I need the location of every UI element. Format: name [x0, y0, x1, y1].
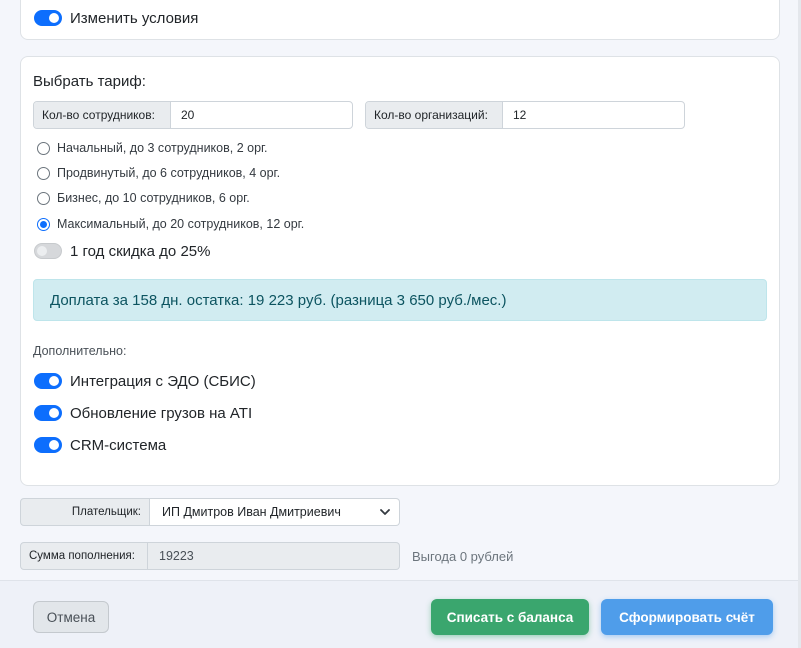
tariff-option-basic[interactable]: Начальный, до 3 сотрудников, 2 орг. [37, 139, 268, 157]
cancel-button[interactable]: Отмена [33, 601, 109, 633]
toggle-switch[interactable] [34, 405, 62, 421]
conditions-card: Изменить условия [20, 0, 780, 40]
radio-label: Максимальный, до 20 сотрудников, 12 орг. [57, 217, 305, 231]
radio-label: Начальный, до 3 сотрудников, 2 орг. [57, 141, 268, 155]
payer-select[interactable]: ИП Дмитров Иван Дмитриевич [150, 498, 400, 526]
toggle-switch[interactable] [34, 243, 62, 259]
pay-from-balance-button[interactable]: Списать с баланса [431, 599, 589, 635]
toggle-label: Обновление грузов на ATI [70, 404, 253, 422]
toggle-label: Интеграция с ЭДО (СБИС) [70, 372, 256, 390]
toggle-switch[interactable] [34, 373, 62, 389]
employees-input[interactable]: 20 [171, 102, 352, 128]
sum-label: Сумма пополнения: [20, 542, 148, 570]
ati-update-toggle[interactable]: Обновление грузов на ATI [34, 403, 252, 423]
radio-button[interactable] [37, 141, 50, 155]
sum-input: 19223 [148, 542, 400, 570]
year-discount-toggle[interactable]: 1 год скидка до 25% [34, 241, 210, 261]
toggle-switch[interactable] [34, 10, 62, 26]
employees-input-group: Кол-во сотрудников: 20 [33, 101, 353, 129]
extras-title: Дополнительно: [33, 344, 127, 358]
radio-button[interactable] [37, 166, 50, 180]
crm-toggle[interactable]: CRM-система [34, 435, 166, 455]
tariff-option-maximum[interactable]: Максимальный, до 20 сотрудников, 12 орг. [37, 215, 304, 233]
radio-button[interactable] [37, 191, 50, 205]
edo-integration-toggle[interactable]: Интеграция с ЭДО (СБИС) [34, 371, 256, 391]
employees-label: Кол-во сотрудников: [34, 102, 171, 128]
radio-button-checked[interactable] [37, 217, 50, 231]
tariff-option-advanced[interactable]: Продвинутый, до 6 сотрудников, 4 орг. [37, 164, 280, 182]
orgs-input-group: Кол-во организаций: 12 [365, 101, 685, 129]
change-conditions-toggle[interactable]: Изменить условия [34, 8, 198, 28]
make-invoice-button[interactable]: Сформировать счёт [601, 599, 773, 635]
tariff-option-business[interactable]: Бизнес, до 10 сотрудников, 6 орг. [37, 189, 250, 207]
tariff-card: Выбрать тариф: Кол-во сотрудников: 20 Ко… [20, 56, 780, 486]
benefit-text: Выгода 0 рублей [412, 549, 514, 564]
orgs-input[interactable]: 12 [503, 102, 684, 128]
toggle-label: 1 год скидка до 25% [70, 242, 211, 260]
tariff-title: Выбрать тариф: [33, 73, 146, 90]
toggle-switch[interactable] [34, 437, 62, 453]
toggle-label: Изменить условия [70, 9, 199, 27]
radio-label: Продвинутый, до 6 сотрудников, 4 орг. [57, 166, 281, 180]
orgs-label: Кол-во организаций: [366, 102, 503, 128]
surcharge-alert: Доплата за 158 дн. остатка: 19 223 руб. … [33, 279, 767, 321]
modal-footer: Отмена Списать с баланса Сформировать сч… [0, 580, 801, 648]
sum-group: Сумма пополнения: 19223 [20, 542, 400, 570]
payer-label: Плательщик: [20, 498, 150, 526]
payer-group: Плательщик: ИП Дмитров Иван Дмитриевич [20, 498, 400, 526]
toggle-label: CRM-система [70, 436, 167, 454]
chevron-down-icon [380, 509, 390, 515]
radio-label: Бизнес, до 10 сотрудников, 6 орг. [57, 191, 250, 205]
payer-selected-value: ИП Дмитров Иван Дмитриевич [162, 505, 341, 519]
modal-body: Изменить условия Выбрать тариф: Кол-во с… [0, 0, 801, 580]
